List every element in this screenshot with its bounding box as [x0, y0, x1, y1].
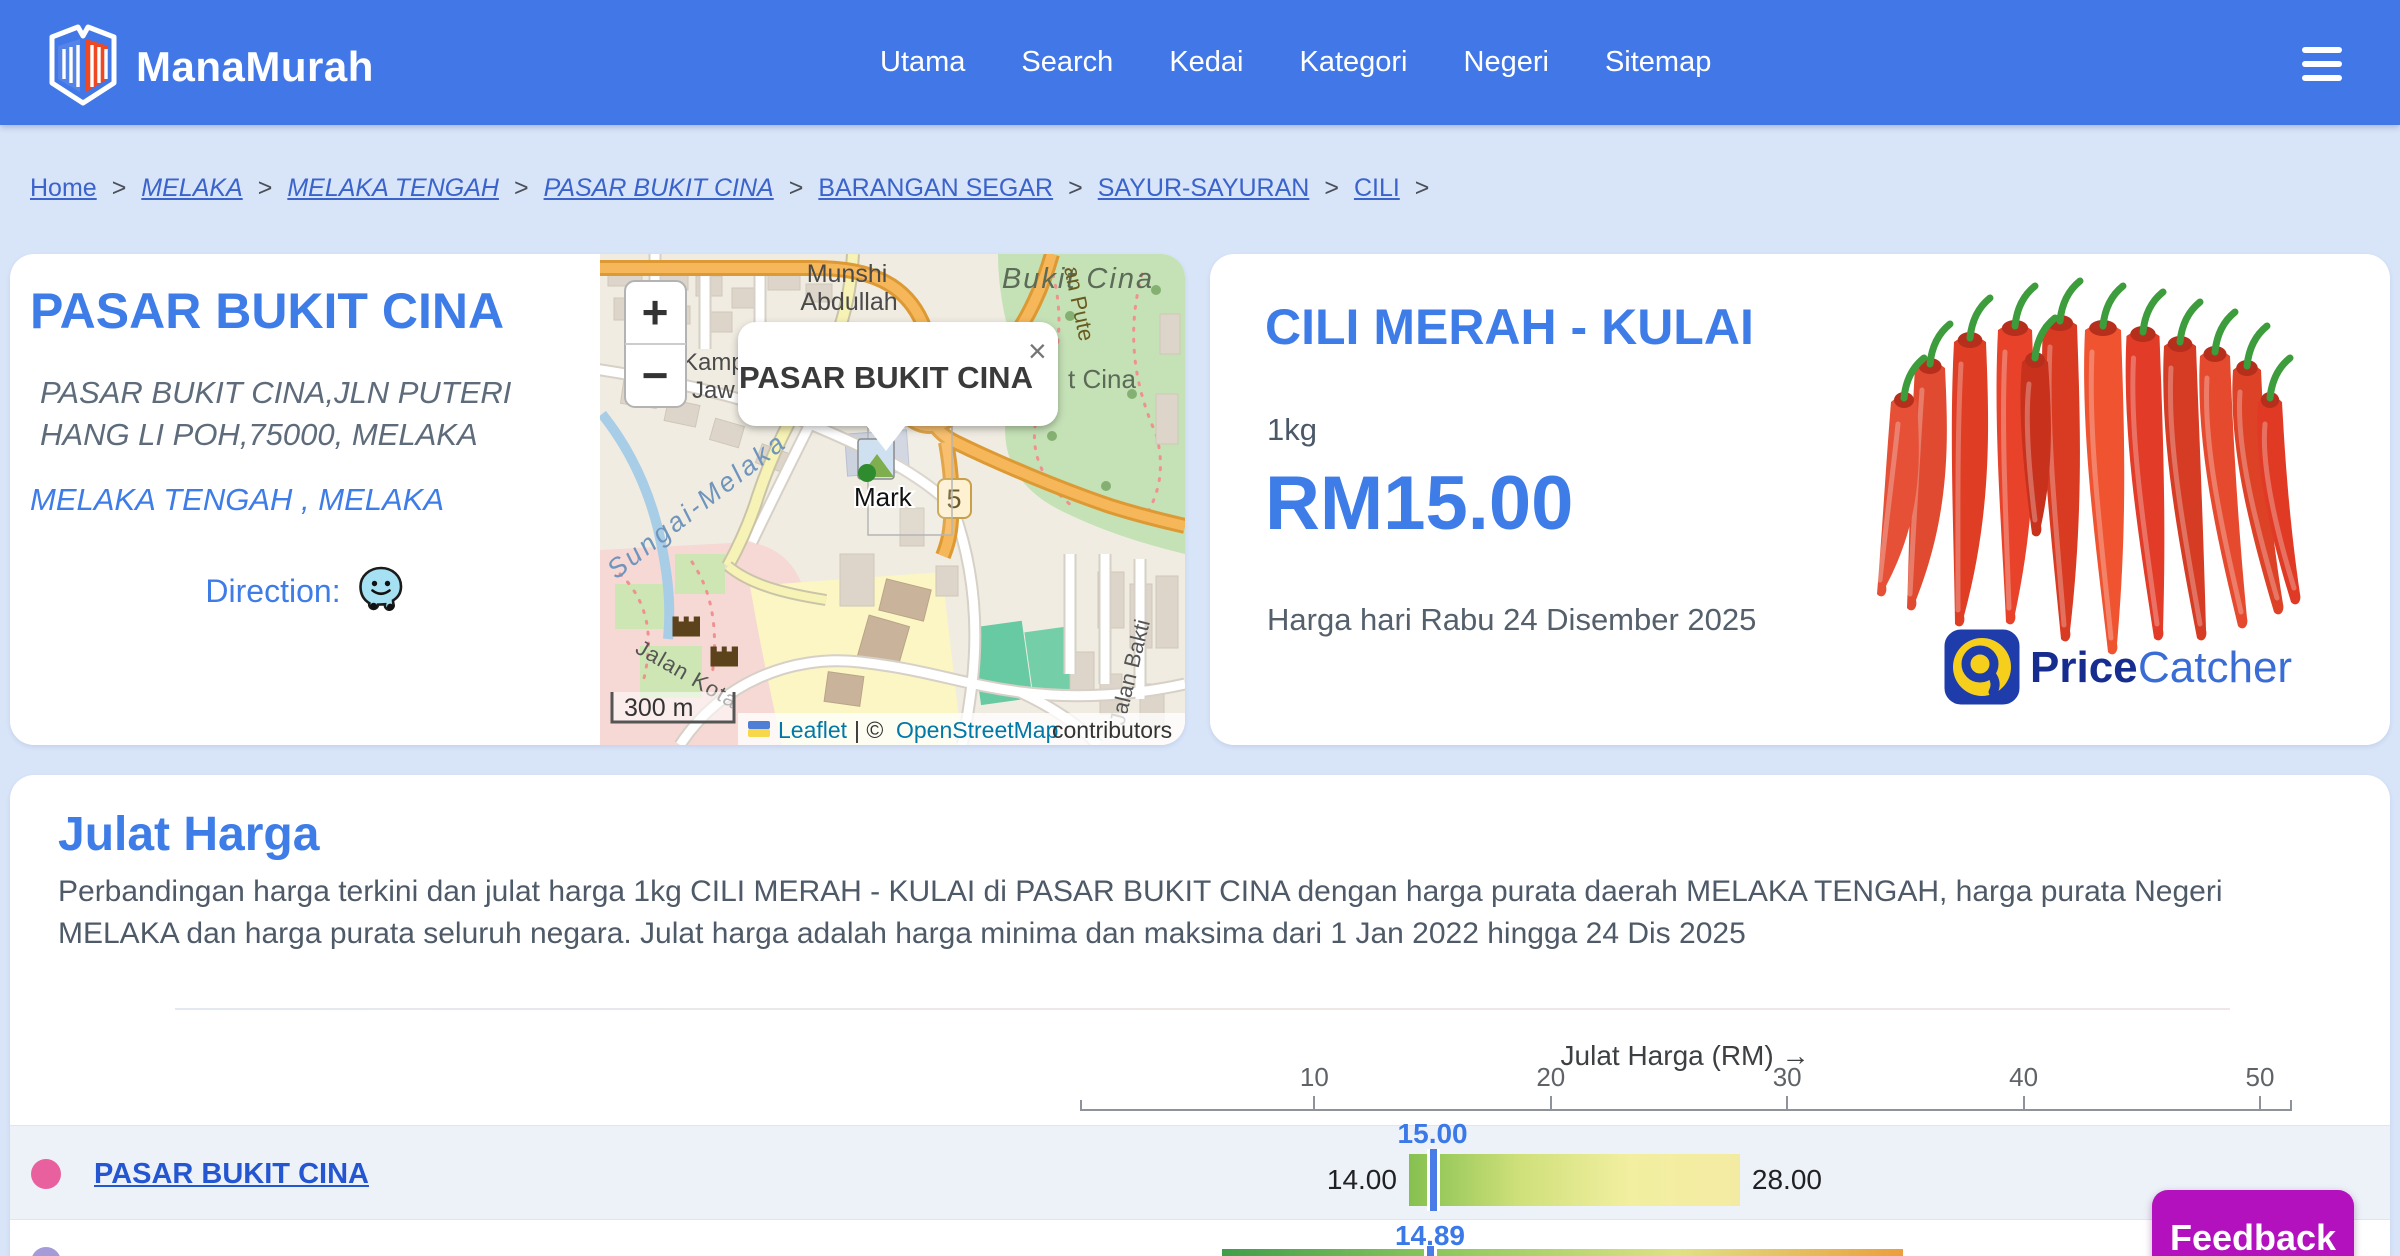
breadcrumb-link[interactable]: MELAKA TENGAH [287, 174, 499, 203]
breadcrumb-separator: > [788, 174, 804, 202]
direction-row: Direction: [30, 566, 580, 617]
map-scale: 300 m [610, 692, 736, 724]
row-link-market[interactable]: PASAR BUKIT CINA [94, 1157, 369, 1191]
breadcrumb-link[interactable]: MELAKA [141, 174, 242, 203]
osm-link[interactable]: OpenStreetMap [896, 717, 1058, 743]
zoom-out-button[interactable]: − [642, 349, 669, 401]
brand-logo[interactable]: ManaMurah [48, 22, 374, 111]
market-location-links: MELAKA TENGAH , MELAKA [30, 482, 445, 517]
logo-text-price: Price [2030, 643, 2138, 692]
manamurah-logo-icon [48, 22, 118, 111]
breadcrumb-separator: > [513, 174, 529, 202]
product-price-date: Harga hari Rabu 24 Disember 2025 [1267, 602, 1757, 637]
nav-item-kategori[interactable]: Kategori [1299, 46, 1407, 79]
nav-item-kedai[interactable]: Kedai [1169, 46, 1243, 79]
svg-text:contributors: contributors [1052, 717, 1172, 743]
leaflet-map[interactable]: Munshi Abdullah Bukit Cina t Cina Kamp J… [600, 254, 1185, 745]
main-nav: Utama Search Kedai Kategori Negeri Sitemap [880, 0, 1711, 125]
map-label-abdullah: Abdullah [800, 288, 897, 316]
svg-text:| ©: | © [854, 717, 883, 743]
marker-label: Mark [854, 482, 913, 512]
breadcrumb-separator: > [257, 174, 273, 202]
breadcrumb-link[interactable]: BARANGAN SEGAR [818, 174, 1053, 203]
breadcrumb: Home > MELAKA > MELAKA TENGAH > PASAR BUKIT CI… [30, 174, 1429, 203]
map-zoom-control: + − [624, 280, 687, 408]
product-price: RM15.00 [1265, 461, 1574, 546]
nav-item-utama[interactable]: Utama [880, 46, 965, 79]
product-name: CILI MERAH - KULAI [1265, 299, 1754, 355]
breadcrumb-separator: > [1324, 174, 1339, 202]
section-title: Julat Harga [58, 808, 320, 861]
brand-name: ManaMurah [136, 42, 374, 90]
nav-item-negeri[interactable]: Negeri [1464, 46, 1549, 79]
top-navbar: ManaMurah Utama Search Kedai Kategori Negeri… [0, 0, 2400, 125]
leaflet-link[interactable]: Leaflet [778, 717, 848, 743]
waze-icon[interactable] [357, 566, 405, 617]
direction-label: Direction: [205, 573, 341, 609]
page: ManaMurah Utama Search Kedai Kategori Negeri… [0, 0, 2400, 1256]
menu-icon[interactable] [2302, 47, 2342, 81]
breadcrumb-separator: > [111, 174, 127, 202]
pricecatcher-logo: Price Catcher [1941, 626, 2295, 708]
map-label-jaw: Jaw [692, 377, 735, 404]
product-unit: 1kg [1267, 412, 1317, 447]
section-description: Perbandingan harga terkini dan julat har… [58, 875, 2223, 950]
breadcrumb-link[interactable]: Home [30, 174, 97, 203]
ukraine-flag-icon [748, 721, 770, 737]
breadcrumb-link[interactable]: SAYUR-SAYURAN [1098, 174, 1310, 203]
nav-item-sitemap[interactable]: Sitemap [1605, 46, 1711, 79]
popup-close-icon[interactable]: × [1028, 333, 1047, 369]
state-link[interactable]: MELAKA [318, 482, 444, 517]
product-card: CILI MERAH - KULAI 1kg RM15.00 Harga har… [1210, 254, 2390, 745]
divider [175, 1008, 2230, 1010]
map-label-kamp: Kamp [682, 349, 745, 376]
map-attribution: Leaflet | © OpenStreetMap contributors [738, 713, 1185, 745]
breadcrumb-link[interactable]: PASAR BUKIT CINA [544, 174, 774, 203]
breadcrumb-link[interactable]: CILI [1354, 174, 1400, 203]
district-link[interactable]: MELAKA TENGAH [30, 482, 292, 517]
product-image-chilies: Price Catcher [1870, 262, 2320, 742]
breadcrumb-separator: > [1068, 174, 1083, 202]
zoom-in-button[interactable]: + [642, 286, 669, 338]
feedback-button[interactable]: Feedback [2152, 1190, 2354, 1256]
nav-item-search[interactable]: Search [1021, 46, 1113, 79]
popup-title: PASAR BUKIT CINA [739, 360, 1033, 395]
market-name: PASAR BUKIT CINA [30, 283, 505, 339]
market-address: PASAR BUKIT CINA,JLN PUTERI HANG LI POH,… [40, 375, 512, 452]
svg-text:300 m: 300 m [624, 694, 693, 722]
breadcrumb-separator: > [1414, 174, 1430, 202]
map-label-t-cina: t Cina [1068, 364, 1136, 394]
logo-text-catcher: Catcher [2138, 643, 2292, 692]
map-label-munshi: Munshi [807, 260, 888, 288]
